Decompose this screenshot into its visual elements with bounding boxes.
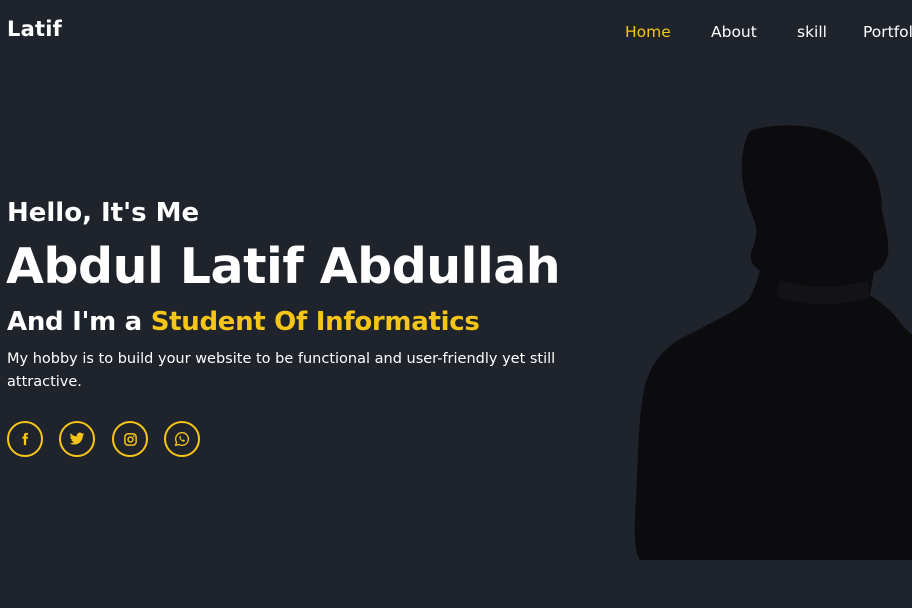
twitter-link[interactable] — [59, 421, 95, 457]
whatsapp-link[interactable] — [164, 421, 200, 457]
whatsapp-icon — [174, 431, 190, 447]
facebook-link[interactable] — [7, 421, 43, 457]
twitter-icon — [69, 432, 85, 445]
role-prefix: And I'm a — [7, 307, 142, 337]
instagram-icon — [123, 432, 137, 446]
description-text: My hobby is to build your website to be … — [7, 351, 556, 390]
name-heading: Abdul Latif Abdullah — [6, 238, 561, 295]
page: Latif Home About skill Portfol Hello, It… — [0, 0, 912, 608]
profile-silhouette-image — [634, 125, 912, 560]
role-highlight: Student Of Informatics — [150, 307, 480, 337]
nav-about[interactable]: About — [711, 23, 757, 41]
nav-portfolio[interactable]: Portfol — [863, 23, 912, 41]
main-nav: Home About skill Portfol — [0, 23, 912, 45]
instagram-link[interactable] — [112, 421, 148, 457]
nav-home[interactable]: Home — [625, 23, 671, 41]
role-heading: And I'm a Student Of Informatics — [7, 307, 480, 337]
nav-skill[interactable]: skill — [797, 23, 827, 41]
header: Latif Home About skill Portfol — [0, 0, 912, 66]
greeting-heading: Hello, It's Me — [7, 198, 200, 228]
facebook-icon — [22, 432, 28, 446]
social-links — [7, 421, 207, 457]
